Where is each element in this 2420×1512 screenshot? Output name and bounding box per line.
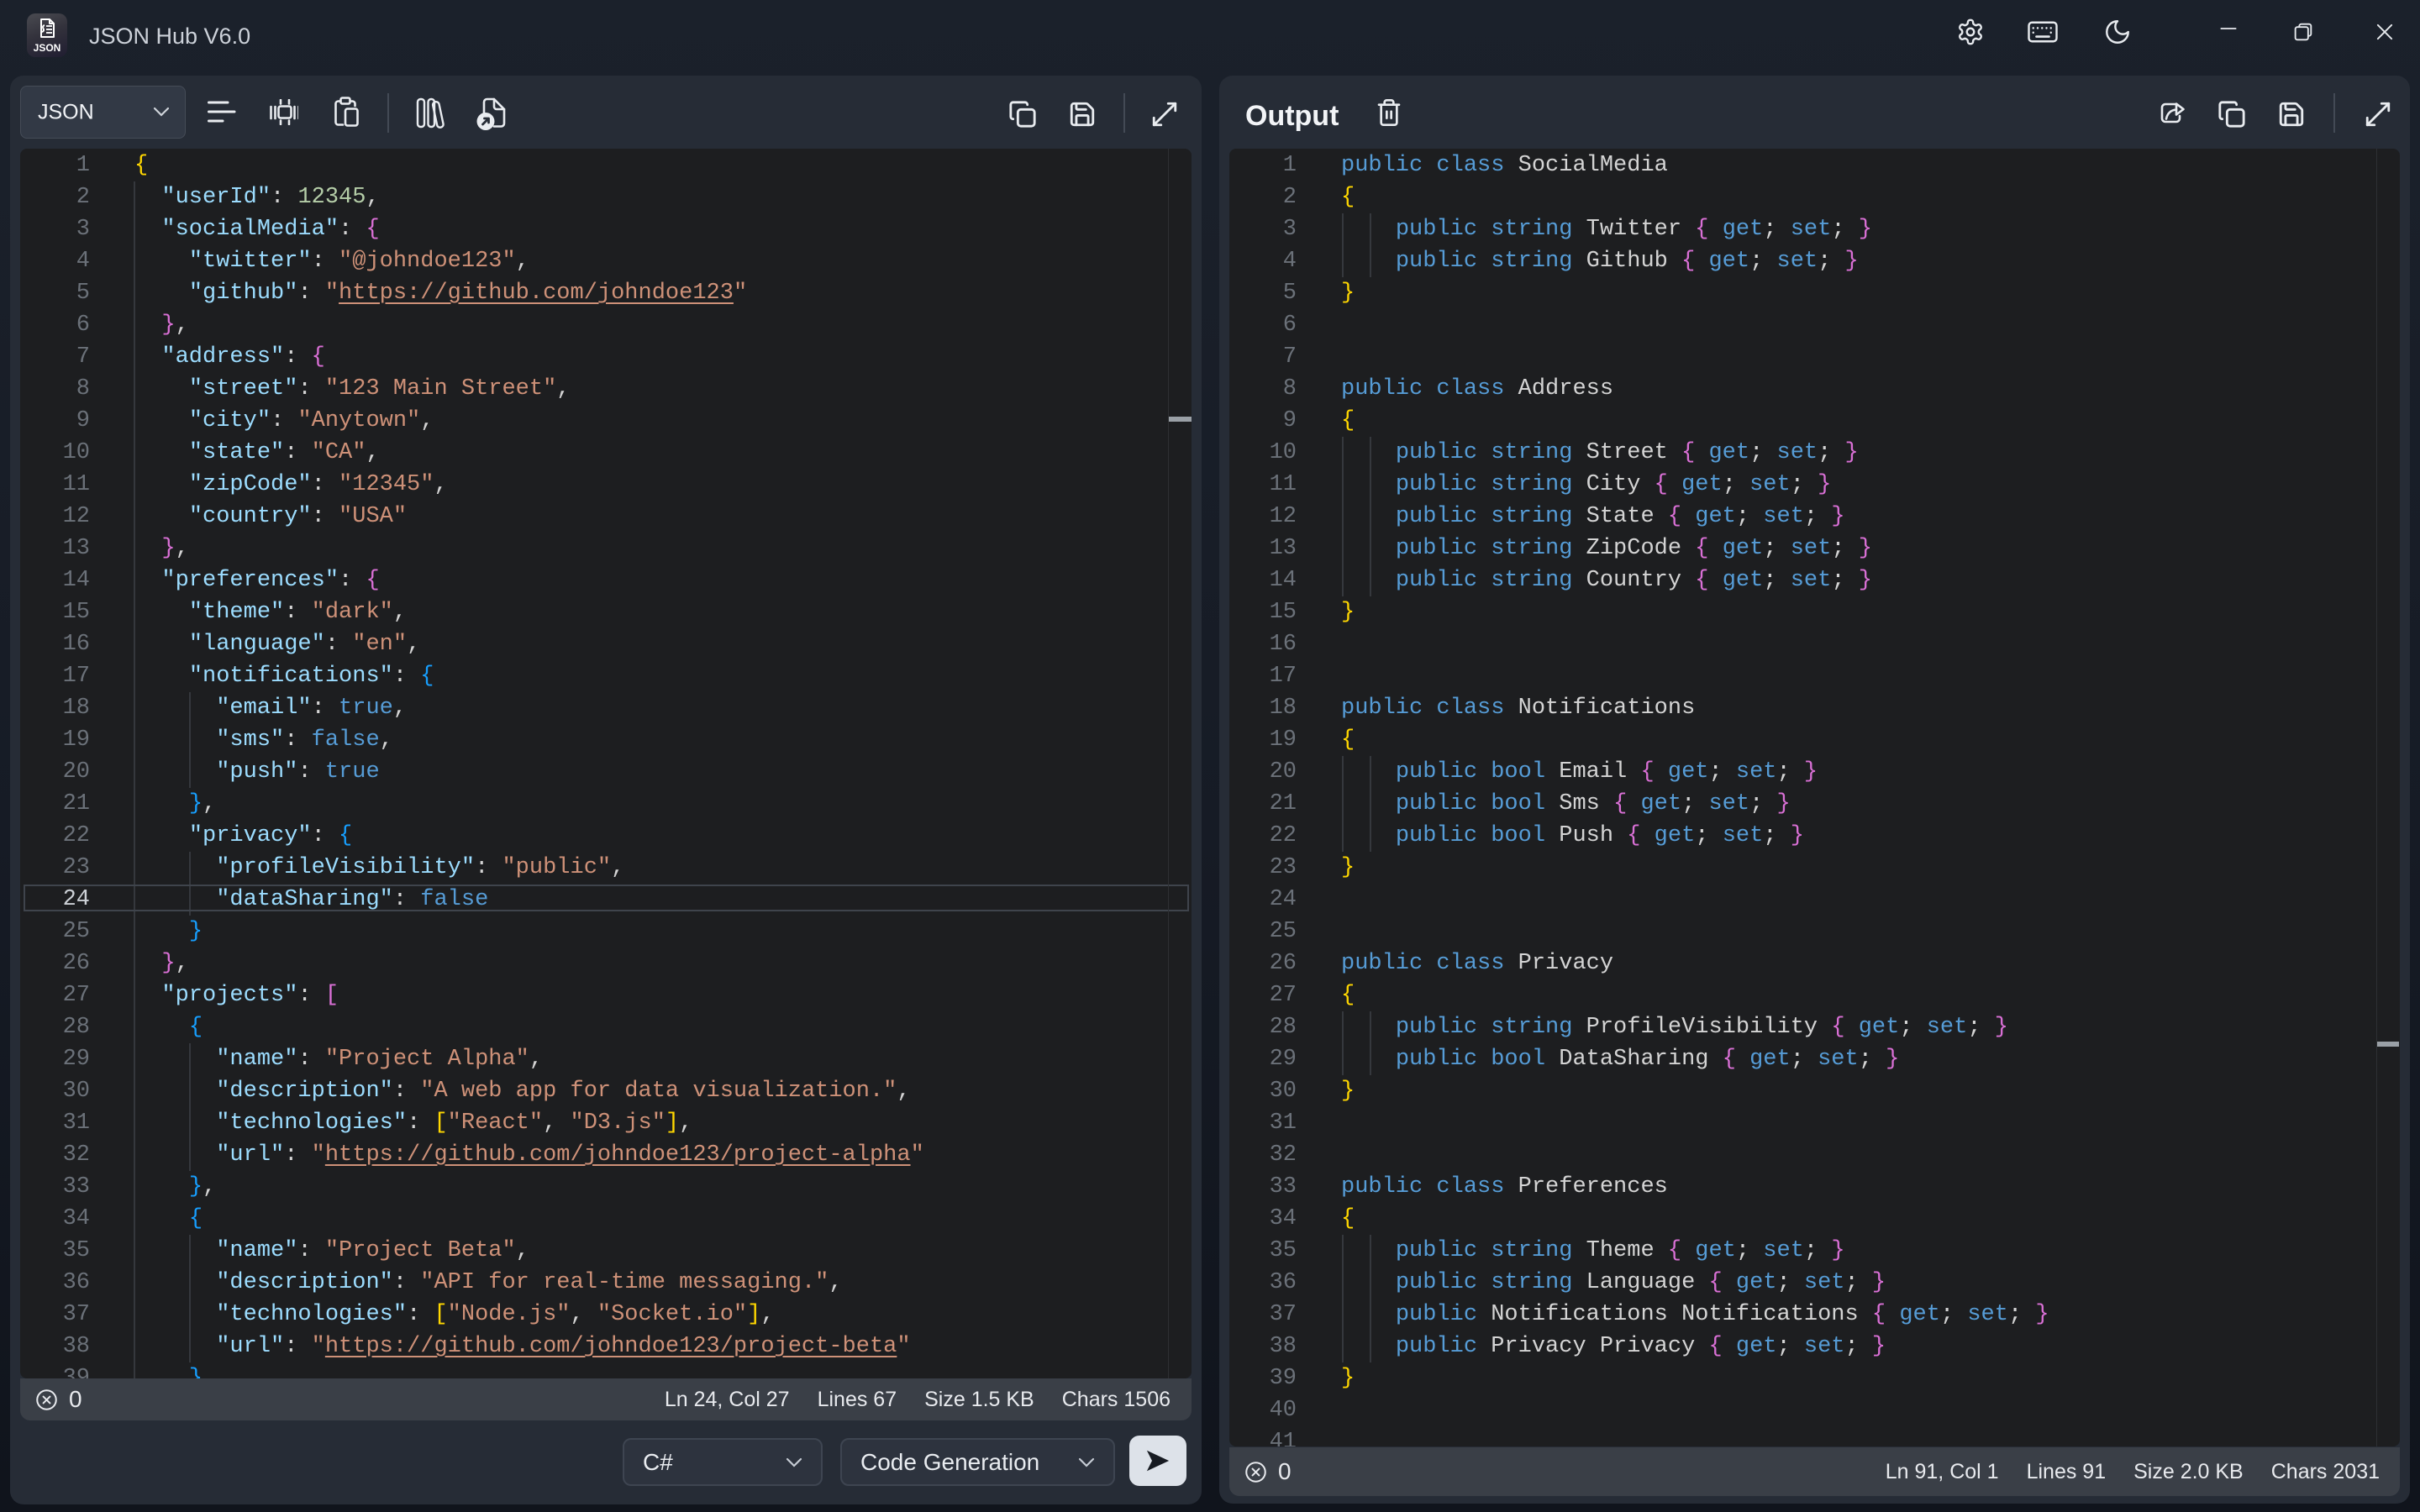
svg-text:JSON: JSON <box>34 42 61 54</box>
